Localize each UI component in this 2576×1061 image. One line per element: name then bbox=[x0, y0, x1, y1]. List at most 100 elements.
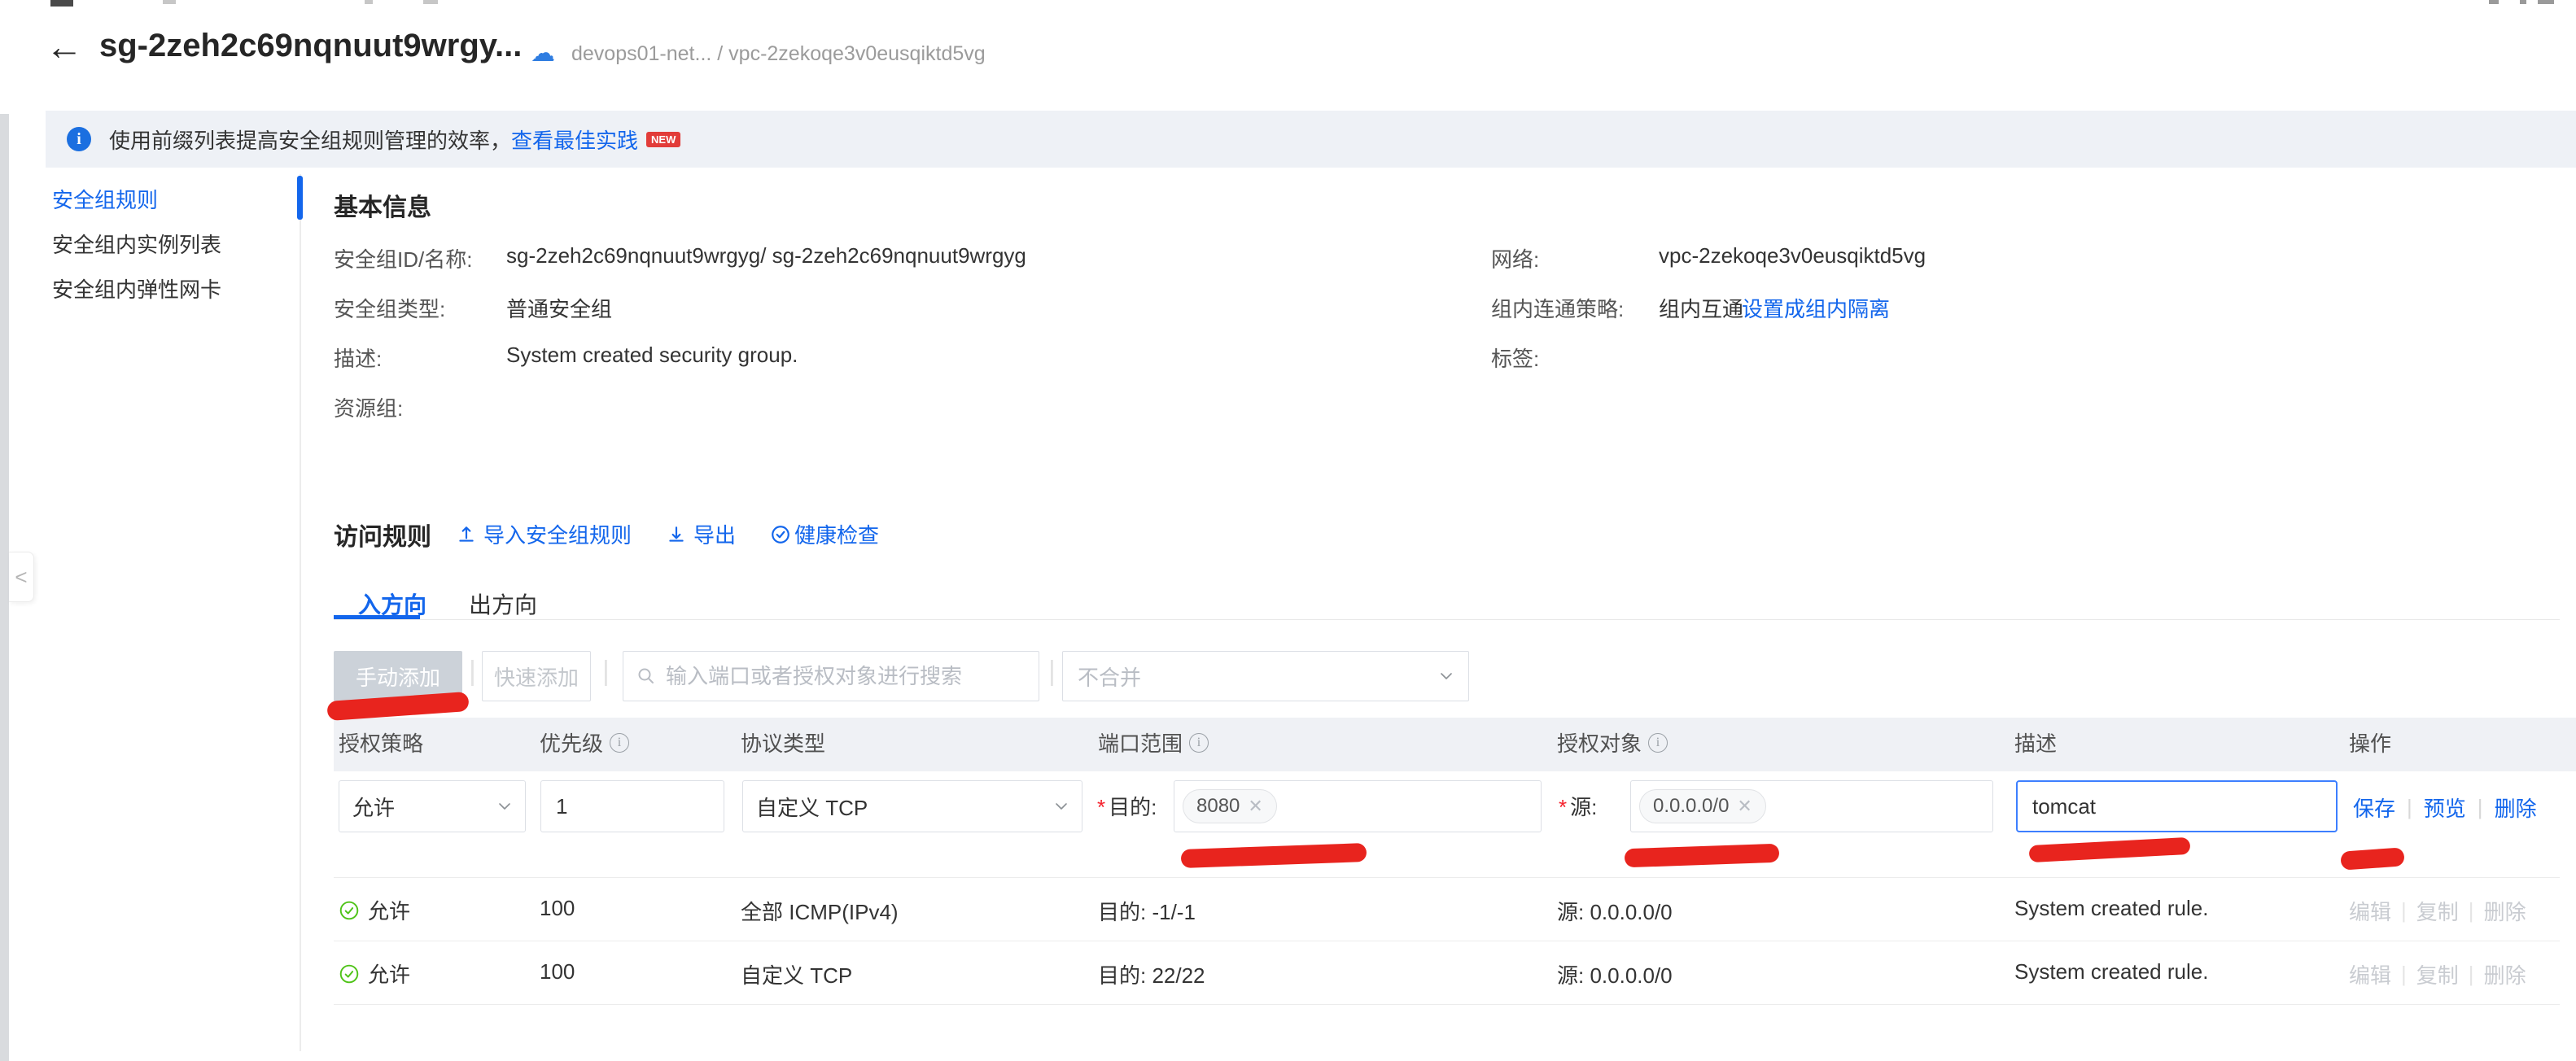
top-edge-fragment bbox=[163, 0, 176, 4]
remove-tag-icon[interactable]: ✕ bbox=[1248, 796, 1262, 817]
chevron-left-icon: < bbox=[15, 565, 27, 590]
save-button[interactable]: 保存 bbox=[2353, 792, 2395, 823]
upload-icon bbox=[456, 524, 477, 545]
shield-check-icon bbox=[770, 524, 791, 545]
best-practice-link[interactable]: 查看最佳实践 bbox=[511, 124, 638, 155]
search-icon bbox=[636, 666, 656, 686]
access-rules-title: 访问规则 bbox=[334, 517, 431, 552]
rule-row-priority: 100 bbox=[540, 959, 575, 985]
top-edge-fragment bbox=[2538, 0, 2554, 4]
col-priority: 优先级i bbox=[540, 727, 629, 758]
policy-value: 允许 bbox=[368, 958, 410, 989]
col-operation: 操作 bbox=[2349, 727, 2391, 758]
page-title: sg-2zeh2c69nqnuut9wrgy... bbox=[99, 28, 522, 64]
top-edge-fragment bbox=[2520, 0, 2526, 4]
rule-description-input[interactable] bbox=[2031, 793, 2323, 820]
merge-mode-select[interactable]: 不合并 bbox=[1062, 651, 1469, 701]
network-label: 网络: bbox=[1491, 243, 1539, 273]
action-separator: | bbox=[2401, 898, 2407, 923]
breadcrumb: devops01-net... / vpc-2zekoqe3v0eusqiktd… bbox=[571, 42, 986, 66]
rule-row-description: System created rule. bbox=[2014, 959, 2208, 985]
edit-button-disabled[interactable]: 编辑 bbox=[2349, 896, 2391, 926]
required-asterisk: * bbox=[1559, 795, 1567, 819]
preview-button[interactable]: 预览 bbox=[2424, 792, 2466, 823]
sidebar-item-eni-list[interactable]: 安全组内弹性网卡 bbox=[52, 273, 221, 303]
protocol-select[interactable]: 自定义 TCP bbox=[742, 780, 1082, 832]
action-separator: | bbox=[2401, 962, 2407, 987]
copy-button-disabled[interactable]: 复制 bbox=[2416, 959, 2459, 989]
import-rules-link[interactable]: 导入安全组规则 bbox=[456, 519, 632, 549]
rule-row-protocol: 自定义 TCP bbox=[741, 959, 852, 989]
sg-type-label: 安全组类型: bbox=[334, 293, 445, 323]
info-circle-icon[interactable]: i bbox=[610, 733, 629, 753]
policy-value: 允许 bbox=[368, 895, 410, 925]
delete-button-disabled[interactable]: 删除 bbox=[2484, 959, 2526, 989]
export-label: 导出 bbox=[693, 519, 736, 549]
rule-row-actions: 编辑 | 复制 | 删除 bbox=[2349, 959, 2526, 989]
info-circle-icon[interactable]: i bbox=[1189, 733, 1209, 753]
port-tag-value: 8080 bbox=[1196, 795, 1240, 818]
chevron-down-icon bbox=[497, 799, 512, 814]
source-input[interactable]: 0.0.0.0/0 ✕ bbox=[1630, 780, 1993, 832]
delete-button[interactable]: 删除 bbox=[2495, 792, 2537, 823]
intra-policy-value: 组内互通 bbox=[1659, 293, 1743, 323]
rule-row-policy: 允许 bbox=[339, 958, 410, 989]
top-edge-fragment bbox=[2489, 0, 2499, 4]
info-circle-icon[interactable]: i bbox=[1648, 733, 1668, 753]
priority-input[interactable] bbox=[554, 793, 711, 820]
rule-row-description: System created rule. bbox=[2014, 896, 2208, 921]
health-check-link[interactable]: 健康检查 bbox=[770, 519, 879, 549]
rule-row-port: 目的: 22/22 bbox=[1098, 959, 1205, 989]
rule-search-box[interactable] bbox=[623, 651, 1039, 701]
new-badge: NEW bbox=[646, 132, 680, 147]
rule-search-input[interactable] bbox=[664, 663, 1039, 690]
action-separator: | bbox=[2478, 795, 2483, 820]
check-circle-icon bbox=[339, 900, 360, 921]
port-tag: 8080 ✕ bbox=[1183, 789, 1277, 823]
dest-port-input[interactable]: 8080 ✕ bbox=[1174, 780, 1542, 832]
tags-label: 标签: bbox=[1491, 343, 1539, 373]
source-tag: 0.0.0.0/0 ✕ bbox=[1639, 789, 1766, 823]
col-description: 描述 bbox=[2014, 727, 2057, 758]
tab-outbound[interactable]: 出方向 bbox=[469, 587, 537, 620]
health-check-label: 健康检查 bbox=[794, 519, 879, 549]
back-button[interactable]: ← bbox=[46, 28, 83, 65]
top-edge-fragment bbox=[50, 0, 73, 7]
network-value: vpc-2zekoqe3v0eusqiktd5vg bbox=[1659, 243, 1926, 269]
sidebar-item-instance-list[interactable]: 安全组内实例列表 bbox=[52, 229, 221, 259]
red-marker-source bbox=[1625, 844, 1780, 868]
delete-button-disabled[interactable]: 删除 bbox=[2484, 896, 2526, 926]
rule-row-policy: 允许 bbox=[339, 895, 410, 925]
col-policy: 授权策略 bbox=[339, 727, 423, 758]
edit-row-actions: 保存 | 预览 | 删除 bbox=[2353, 792, 2537, 823]
set-isolation-link[interactable]: 设置成组内隔离 bbox=[1742, 293, 1890, 323]
vpc-cloud-icon[interactable]: ☁ bbox=[531, 39, 555, 68]
check-circle-icon bbox=[339, 963, 360, 985]
banner-text: 使用前缀列表提高安全组规则管理的效率， bbox=[109, 124, 511, 155]
collapsed-panel-strip bbox=[0, 114, 9, 1061]
export-link[interactable]: 导出 bbox=[666, 519, 736, 549]
remove-tag-icon[interactable]: ✕ bbox=[1737, 796, 1752, 817]
policy-select-value: 允许 bbox=[352, 792, 395, 822]
content-divider bbox=[300, 174, 301, 1051]
copy-button-disabled[interactable]: 复制 bbox=[2416, 896, 2459, 926]
basic-info-title: 基本信息 bbox=[334, 187, 431, 223]
source-label: *源: bbox=[1559, 791, 1597, 821]
description-label: 描述: bbox=[334, 343, 382, 373]
scrollbar-thumb[interactable] bbox=[297, 176, 303, 220]
edit-button-disabled[interactable]: 编辑 bbox=[2349, 959, 2391, 989]
row-divider bbox=[334, 877, 2560, 878]
action-separator: | bbox=[2469, 898, 2474, 923]
security-group-detail-page: < ← sg-2zeh2c69nqnuut9wrgy... ☁ devops01… bbox=[0, 0, 2576, 1061]
quick-add-button[interactable]: 快速添加 bbox=[482, 651, 591, 701]
chevron-down-icon bbox=[1054, 799, 1069, 814]
panel-collapse-button[interactable]: < bbox=[9, 552, 34, 602]
sg-id-name-label: 安全组ID/名称: bbox=[334, 243, 472, 273]
tab-divider-line bbox=[334, 619, 2560, 620]
policy-select[interactable]: 允许 bbox=[339, 780, 526, 832]
sg-id-name-value: sg-2zeh2c69nqnuut9wrgyg/ sg-2zeh2c69nqnu… bbox=[506, 243, 1026, 269]
red-marker-port bbox=[1181, 843, 1367, 868]
download-icon bbox=[666, 524, 687, 545]
col-protocol: 协议类型 bbox=[741, 727, 825, 758]
sidebar-item-security-group-rules[interactable]: 安全组规则 bbox=[52, 184, 158, 214]
